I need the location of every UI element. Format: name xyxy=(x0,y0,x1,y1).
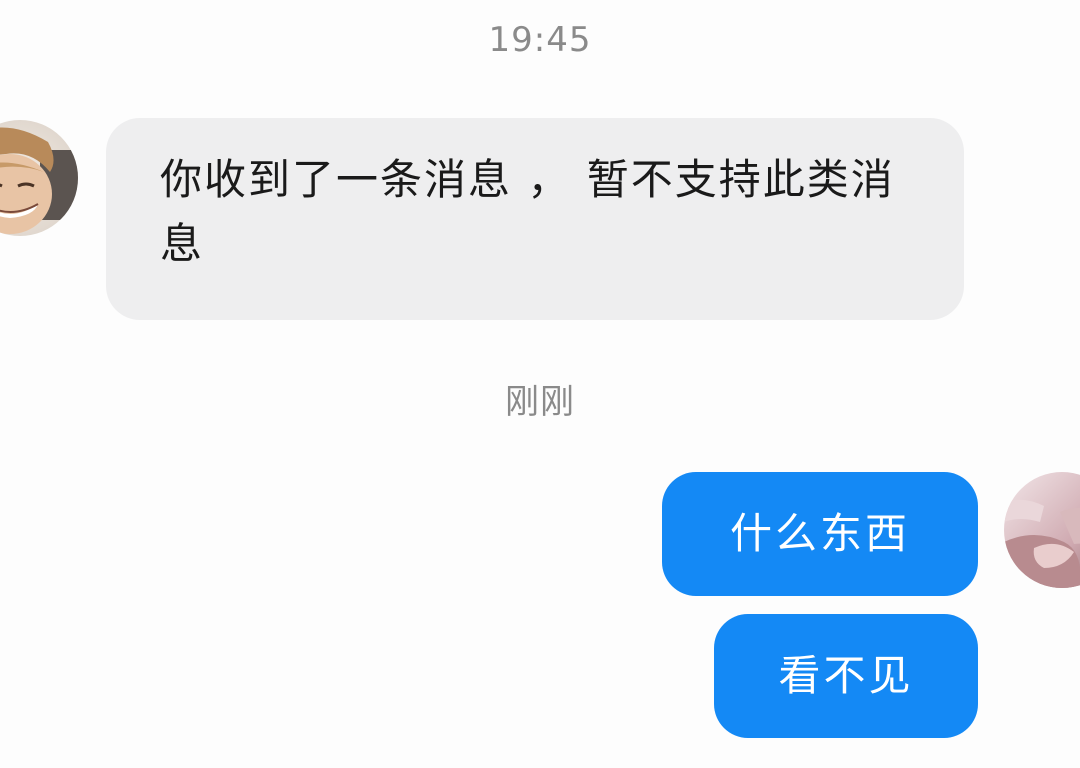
incoming-message-bubble[interactable]: 你收到了一条消息 ， 暂不支持此类消息 xyxy=(106,118,964,320)
chat-screen: 19:45 你收到了一条消息 ， 暂不支持此类消息 刚刚 什么东西 看不见 xyxy=(0,0,1080,768)
my-avatar-photo-icon xyxy=(1004,472,1080,588)
outgoing-message-text: 什么东西 xyxy=(729,509,910,558)
outgoing-message-bubble[interactable]: 什么东西 xyxy=(662,472,978,596)
message-timestamp: 19:45 xyxy=(488,20,592,60)
message-timestamp-recent: 刚刚 xyxy=(505,382,575,422)
my-avatar[interactable] xyxy=(1004,472,1080,588)
contact-avatar[interactable] xyxy=(0,120,78,236)
incoming-message-text: 你收到了一条消息 ， 暂不支持此类消息 xyxy=(160,155,895,268)
outgoing-message-text: 看不见 xyxy=(778,651,914,700)
outgoing-message-bubble[interactable]: 看不见 xyxy=(714,614,978,738)
contact-avatar-photo-icon xyxy=(0,120,78,236)
